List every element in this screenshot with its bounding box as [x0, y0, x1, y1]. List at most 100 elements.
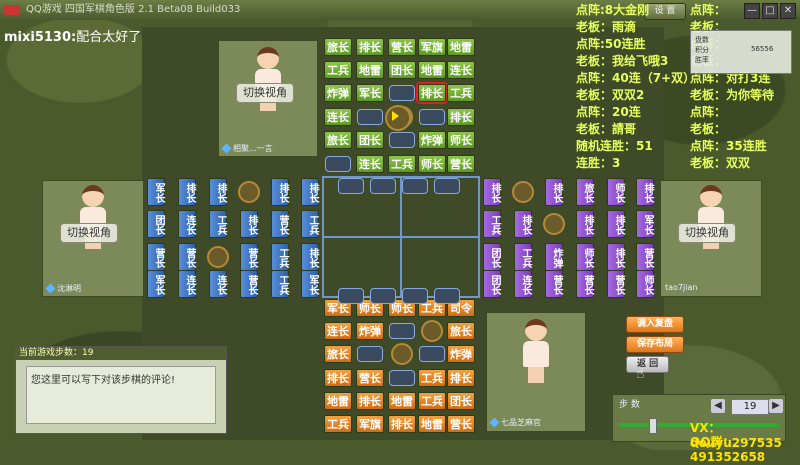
piece[interactable]: 排长 — [514, 210, 532, 238]
piece[interactable]: 工兵 — [418, 392, 446, 410]
railway-station[interactable] — [434, 288, 460, 304]
step-value[interactable]: 19 — [731, 399, 769, 415]
piece[interactable]: 旅长 — [576, 178, 594, 206]
piece[interactable]: 团长 — [483, 243, 501, 271]
piece[interactable]: 工兵 — [271, 270, 289, 298]
piece[interactable]: 工兵 — [324, 415, 352, 433]
piece[interactable]: 工兵 — [271, 243, 289, 271]
piece[interactable]: 旅长 — [324, 131, 352, 149]
piece[interactable]: 排长 — [178, 178, 196, 206]
piece[interactable]: 连长 — [356, 155, 384, 173]
piece[interactable]: 排长 — [576, 210, 594, 238]
railway-station[interactable] — [370, 178, 396, 194]
prev-step-button[interactable]: ◀ — [711, 399, 725, 413]
piece[interactable]: 工兵 — [209, 210, 227, 238]
piece[interactable]: 排长 — [324, 369, 352, 387]
piece[interactable]: 连长 — [324, 108, 352, 126]
railway-station[interactable] — [434, 178, 460, 194]
piece[interactable]: 军旗 — [418, 38, 446, 56]
piece[interactable]: 地雷 — [418, 61, 446, 79]
piece[interactable]: 营长 — [447, 415, 475, 433]
piece[interactable]: 炸弹 — [324, 84, 352, 102]
piece[interactable]: 团长 — [483, 270, 501, 298]
right-switch-view-button[interactable]: 切换视角 — [678, 223, 736, 243]
top-switch-view-button[interactable]: 切换视角 — [236, 83, 294, 103]
camp-station[interactable] — [512, 181, 534, 203]
close-button[interactable]: ✕ — [780, 3, 796, 19]
piece[interactable]: 军长 — [636, 210, 654, 238]
camp-station[interactable] — [543, 213, 565, 235]
empty-slot[interactable] — [357, 109, 383, 125]
piece[interactable]: 排长 — [447, 108, 475, 126]
camp-station[interactable] — [207, 246, 229, 268]
piece[interactable]: 工兵 — [301, 210, 319, 238]
piece[interactable]: 排长 — [240, 210, 258, 238]
piece[interactable]: 炸弹 — [418, 131, 446, 149]
piece[interactable]: 排长 — [388, 415, 416, 433]
piece[interactable]: 师长 — [447, 131, 475, 149]
railway-station[interactable] — [370, 288, 396, 304]
piece[interactable]: 营长 — [388, 38, 416, 56]
piece[interactable]: 连长 — [447, 61, 475, 79]
camp-station[interactable] — [385, 105, 411, 131]
piece[interactable]: 旅长 — [447, 322, 475, 340]
piece[interactable]: 营长 — [545, 270, 563, 298]
piece[interactable]: 连长 — [514, 270, 532, 298]
piece[interactable]: 营长 — [178, 243, 196, 271]
empty-slot[interactable] — [419, 109, 445, 125]
railway-station[interactable] — [402, 178, 428, 194]
piece[interactable]: 炸弹 — [447, 345, 475, 363]
load-replay-button[interactable]: 调入复盘 — [626, 316, 685, 333]
piece[interactable]: 军长 — [301, 270, 319, 298]
piece[interactable]: 营长 — [636, 243, 654, 271]
piece[interactable]: 营长 — [356, 369, 384, 387]
empty-slot[interactable] — [419, 346, 445, 362]
piece[interactable]: 排长 — [271, 178, 289, 206]
empty-slot[interactable] — [357, 346, 383, 362]
piece[interactable]: 工兵 — [483, 210, 501, 238]
piece[interactable]: 地雷 — [388, 392, 416, 410]
piece[interactable]: 排长 — [209, 178, 227, 206]
piece[interactable]: 连长 — [178, 270, 196, 298]
piece[interactable]: 排长 — [301, 178, 319, 206]
piece[interactable]: 地雷 — [324, 392, 352, 410]
piece[interactable]: 炸弹 — [356, 322, 384, 340]
piece[interactable]: 营长 — [240, 270, 258, 298]
piece[interactable]: 排长 — [607, 210, 625, 238]
save-layout-button[interactable]: 保存布局 — [626, 336, 685, 353]
piece[interactable]: 工兵 — [514, 243, 532, 271]
piece[interactable]: 工兵 — [447, 84, 475, 102]
empty-slot[interactable] — [389, 85, 415, 101]
empty-slot[interactable] — [325, 156, 351, 172]
piece[interactable]: 军长 — [147, 178, 165, 206]
piece[interactable]: 军长 — [356, 84, 384, 102]
camp-station[interactable] — [238, 181, 260, 203]
piece[interactable]: 排长 — [636, 178, 654, 206]
piece[interactable]: 营长 — [607, 270, 625, 298]
piece[interactable]: 团长 — [356, 131, 384, 149]
piece[interactable]: 工兵 — [324, 61, 352, 79]
back-button[interactable]: 返 回 — [626, 356, 670, 373]
piece[interactable]: 营长 — [271, 210, 289, 238]
piece[interactable]: 排长 — [416, 82, 448, 104]
piece[interactable]: 排长 — [483, 178, 501, 206]
piece[interactable]: 营长 — [576, 270, 594, 298]
railway-station[interactable] — [338, 178, 364, 194]
piece[interactable]: 连长 — [178, 210, 196, 238]
piece[interactable]: 排长 — [356, 392, 384, 410]
empty-slot[interactable] — [389, 323, 415, 339]
step-slider-knob[interactable] — [649, 418, 657, 434]
piece[interactable]: 团长 — [447, 392, 475, 410]
railway-station[interactable] — [402, 288, 428, 304]
piece[interactable]: 旅长 — [324, 345, 352, 363]
piece[interactable]: 地雷 — [356, 61, 384, 79]
piece[interactable]: 营长 — [147, 243, 165, 271]
piece[interactable]: 工兵 — [388, 155, 416, 173]
piece[interactable]: 军长 — [147, 270, 165, 298]
piece[interactable]: 排长 — [607, 243, 625, 271]
railway-station[interactable] — [338, 288, 364, 304]
piece[interactable]: 连长 — [209, 270, 227, 298]
piece[interactable]: 旅长 — [324, 38, 352, 56]
piece[interactable]: 营长 — [447, 155, 475, 173]
piece[interactable]: 排长 — [545, 178, 563, 206]
